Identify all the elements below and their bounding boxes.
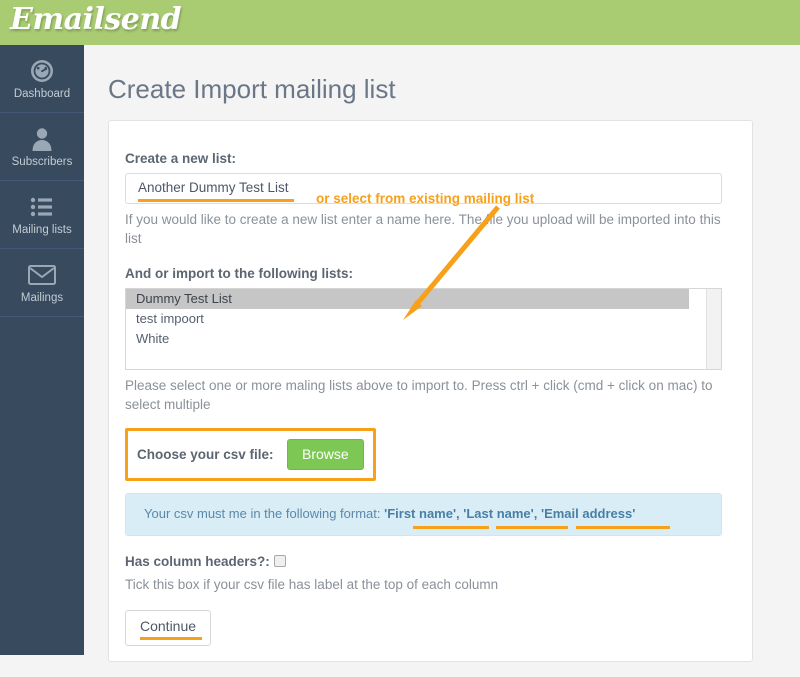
- column-headers-label: Has column headers?:: [125, 554, 270, 569]
- sidebar-item-label: Mailing lists: [12, 224, 72, 236]
- existing-lists-select[interactable]: Dummy Test List test impoort White: [125, 288, 722, 370]
- main-content: Create Import mailing list Create a new …: [84, 45, 800, 677]
- app-logo[interactable]: Emailsend: [10, 2, 182, 37]
- sidebar-item-label: Mailings: [20, 292, 64, 304]
- sidebar-item-label: Dashboard: [13, 88, 71, 100]
- envelope-icon: [0, 261, 84, 289]
- app-header: Emailsend: [0, 0, 800, 45]
- sidebar-item-label: Subscribers: [11, 156, 73, 168]
- email-address-underline-annotation: [576, 526, 670, 529]
- sidebar-item-mailing-lists[interactable]: Mailing lists: [0, 181, 84, 249]
- existing-lists-help-text: Please select one or more maling lists a…: [125, 378, 713, 412]
- csv-format-text: Your csv must me in the following format…: [144, 506, 635, 521]
- new-list-label: Create a new list:: [125, 151, 237, 166]
- choose-file-label: Choose your csv file:: [137, 447, 274, 462]
- csv-format-fields: 'First name', 'Last name', 'Email addres…: [384, 506, 636, 521]
- continue-underline-annotation: [140, 637, 202, 640]
- continue-button-label: Continue: [140, 618, 197, 634]
- column-headers-row: Has column headers?:: [125, 554, 736, 569]
- listbox-scrollbar[interactable]: [706, 289, 721, 369]
- person-icon: [0, 125, 84, 153]
- new-list-help-text: If you would like to create a new list e…: [125, 212, 721, 246]
- list-icon: [0, 193, 84, 221]
- column-headers-checkbox[interactable]: [273, 555, 286, 567]
- sidebar-item-mailings[interactable]: Mailings: [0, 249, 84, 317]
- gauge-icon: [0, 57, 84, 85]
- new-list-input-value: Another Dummy Test List: [138, 180, 289, 195]
- first-name-underline-annotation: [413, 526, 489, 529]
- continue-button[interactable]: Continue: [125, 610, 212, 646]
- list-item[interactable]: test impoort: [126, 309, 721, 329]
- choose-file-row: Choose your csv file: Browse: [125, 428, 376, 481]
- column-headers-help-text: Tick this box if your csv file has label…: [125, 577, 499, 592]
- csv-format-prefix: Your csv must me in the following format…: [144, 506, 385, 521]
- list-item[interactable]: Dummy Test List: [126, 289, 689, 309]
- list-item[interactable]: White: [126, 329, 721, 349]
- last-name-underline-annotation: [496, 526, 568, 529]
- page-title: Create Import mailing list: [108, 74, 396, 104]
- sidebar-item-dashboard[interactable]: Dashboard: [0, 45, 84, 113]
- sidebar-item-subscribers[interactable]: Subscribers: [0, 113, 84, 181]
- existing-list-annotation-text: or select from existing mailing list: [316, 191, 535, 206]
- existing-lists-label: And or import to the following lists:: [125, 266, 353, 281]
- new-list-value-underline-annotation: [138, 199, 294, 202]
- csv-format-info-box: Your csv must me in the following format…: [125, 493, 722, 536]
- browse-button[interactable]: Browse: [287, 439, 364, 470]
- sidebar-nav: Dashboard Subscribers Mailing lists Mail…: [0, 45, 84, 655]
